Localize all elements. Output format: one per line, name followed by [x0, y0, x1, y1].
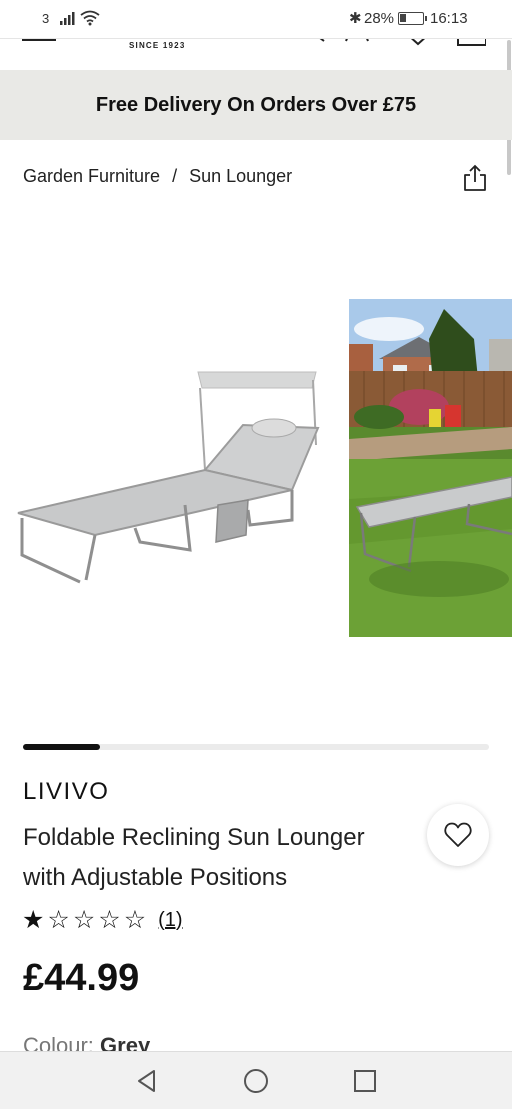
promo-text: Free Delivery On Orders Over £75 [95, 93, 417, 116]
sun-lounger-garden-image[interactable] [349, 299, 512, 637]
account-icon[interactable] [342, 38, 372, 47]
star-empty-icon: ☆ [98, 906, 121, 934]
system-nav-bar [0, 1051, 512, 1109]
battery-percentage: 28% [364, 10, 395, 27]
share-icon[interactable] [461, 163, 489, 193]
menu-icon[interactable] [22, 39, 56, 43]
logo-tagline: SINCE 1923 [129, 41, 186, 50]
bluetooth-icon: ✱ [349, 10, 362, 27]
breadcrumb-sun-lounger[interactable]: Sun Lounger [189, 166, 292, 187]
add-to-wishlist-button[interactable] [427, 804, 489, 866]
promo-banner[interactable]: Free Delivery On Orders Over £75 [0, 70, 512, 140]
signal-icon [60, 12, 75, 25]
recents-icon[interactable] [351, 1067, 379, 1095]
star-empty-icon: ☆ [72, 906, 96, 934]
back-icon[interactable] [133, 1067, 161, 1095]
star-filled-icon: ★ [22, 906, 45, 934]
rating-count[interactable]: (1) [158, 909, 182, 932]
product-price: £44.99 [23, 957, 140, 999]
breadcrumb-separator: / [172, 166, 178, 186]
sun-lounger-product-image[interactable] [0, 350, 340, 600]
product-gallery[interactable] [0, 200, 512, 730]
breadcrumb-garden-furniture[interactable]: Garden Furniture [23, 166, 160, 187]
product-title: Foldable Reclining Sun Lounger with Adju… [23, 824, 365, 891]
gallery-progress-fill [23, 744, 100, 750]
clock: 16:13 [430, 10, 468, 27]
star-empty-icon: ☆ [123, 906, 147, 934]
wifi-icon [80, 10, 100, 26]
wishlist-icon[interactable] [404, 38, 434, 47]
breadcrumb: Garden Furniture / Sun Lounger [23, 166, 292, 187]
home-icon[interactable] [242, 1067, 270, 1095]
heart-icon [444, 822, 472, 847]
product-rating[interactable]: ★ ☆ ☆ ☆ ☆ (1) [22, 905, 183, 935]
battery-icon [398, 12, 427, 25]
battery-level [400, 14, 406, 22]
search-icon[interactable] [298, 38, 328, 47]
bag-icon[interactable] [456, 38, 486, 47]
gallery-progress [23, 744, 489, 750]
carrier-label: 3 [42, 11, 50, 26]
star-empty-icon: ☆ [47, 906, 70, 934]
status-bar: 3 ✱ 28% 16:13 [0, 0, 512, 38]
site-header: SINCE 1923 [0, 38, 512, 70]
product-brand[interactable]: LIVIVO [23, 778, 109, 806]
rating-stars: ★ ☆ ☆ ☆ ☆ [22, 905, 146, 935]
